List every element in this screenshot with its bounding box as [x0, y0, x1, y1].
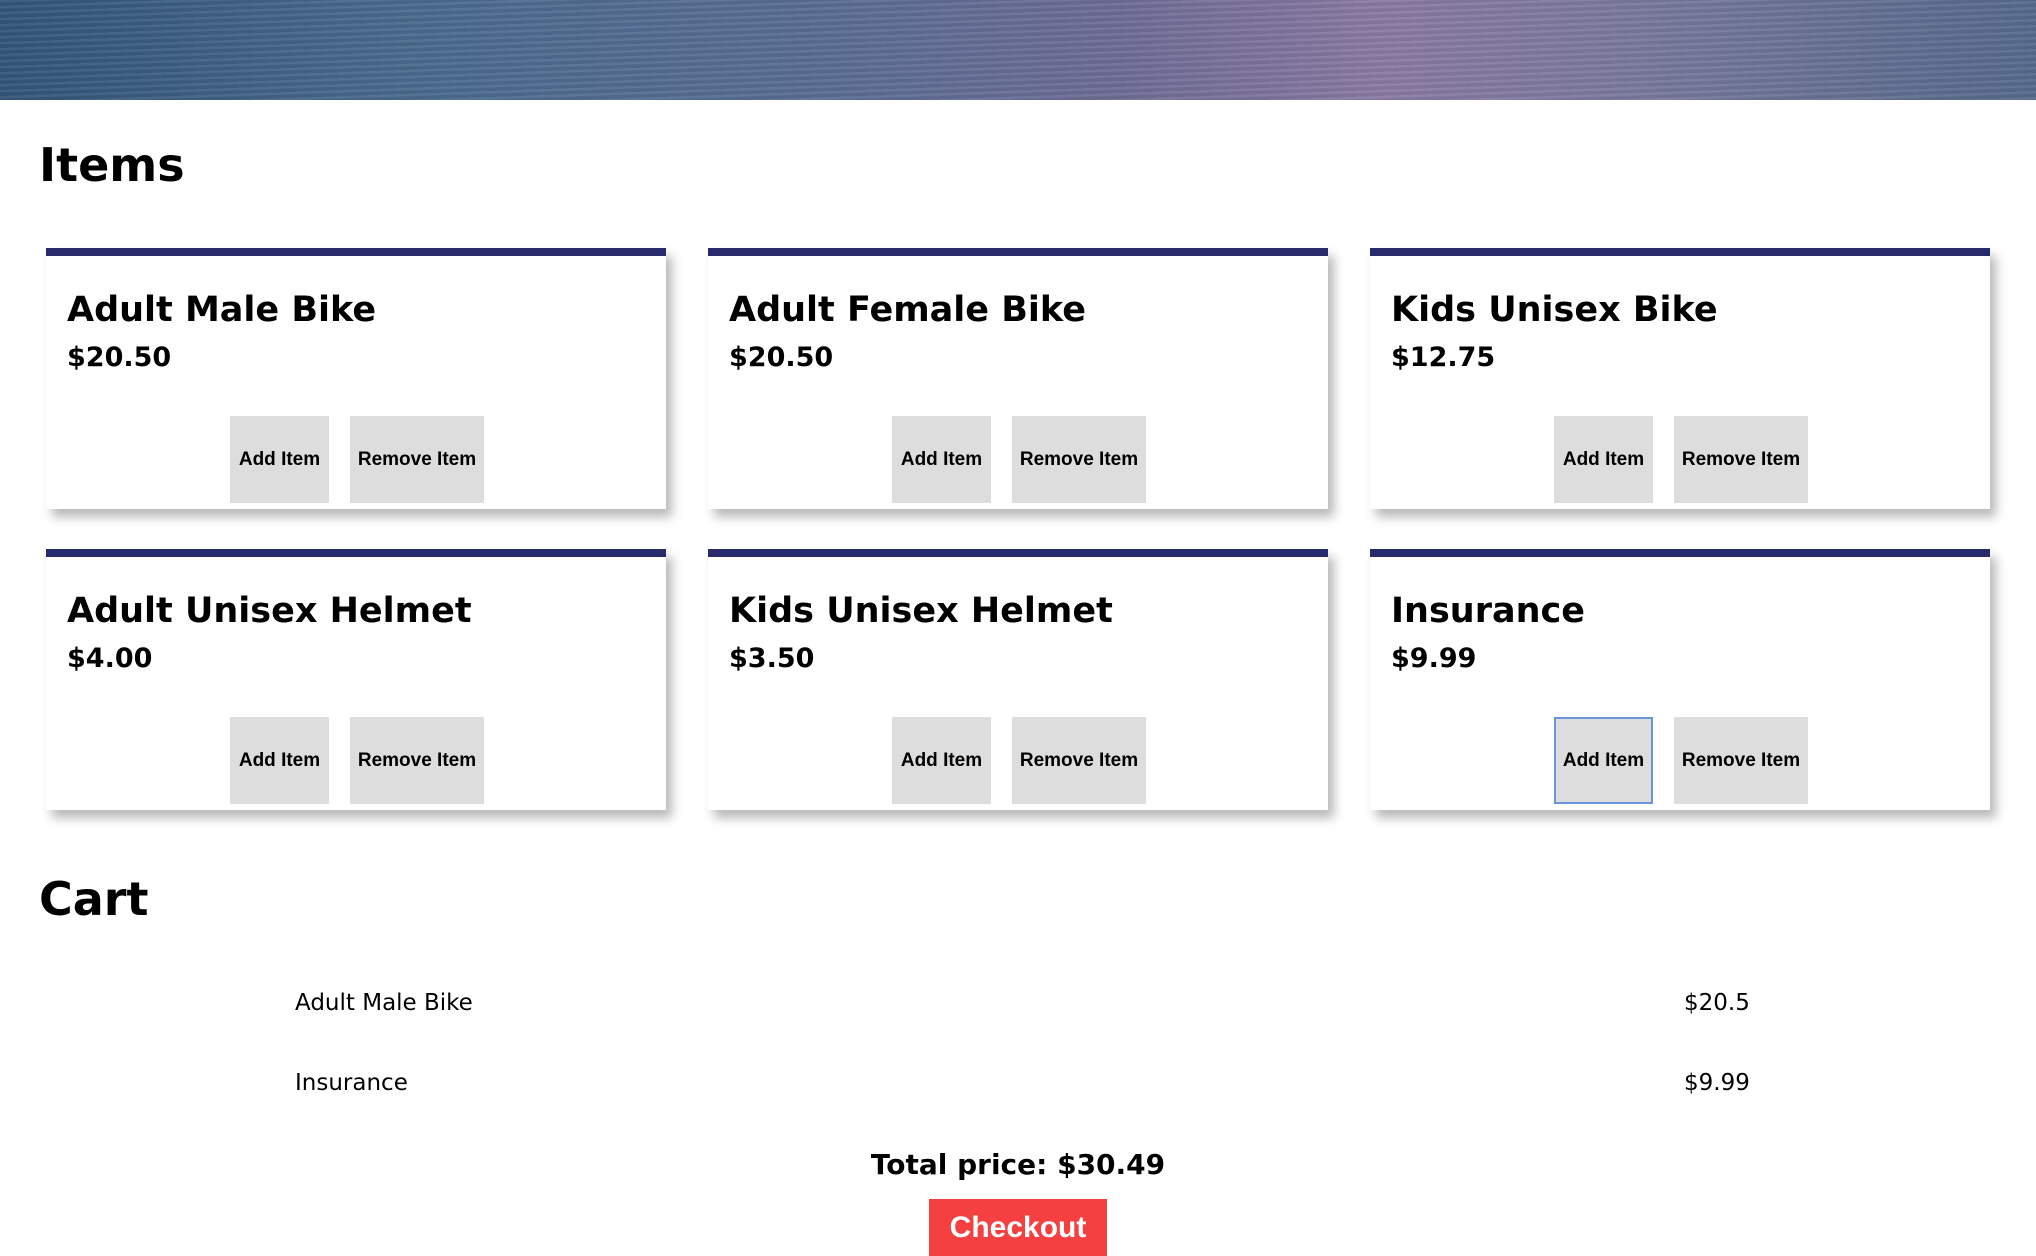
item-name: Kids Unisex Bike — [1391, 290, 1718, 330]
cart-line-name: Adult Male Bike — [295, 990, 473, 1016]
item-card-adult-male-bike: Adult Male Bike $20.50 Add Item Remove I… — [46, 248, 666, 509]
item-actions: Add Item Remove Item — [892, 717, 1146, 804]
cart-line-price: $9.99 — [1684, 1070, 1750, 1096]
item-actions: Add Item Remove Item — [230, 717, 484, 804]
add-item-button[interactable]: Add Item — [230, 416, 329, 503]
item-price: $3.50 — [729, 643, 815, 674]
items-grid: Adult Male Bike $20.50 Add Item Remove I… — [46, 248, 1990, 810]
item-card-insurance: Insurance $9.99 Add Item Remove Item — [1370, 549, 1990, 810]
item-actions: Add Item Remove Item — [1554, 717, 1808, 804]
cart-line-price: $20.5 — [1684, 990, 1750, 1016]
item-name: Adult Female Bike — [729, 290, 1086, 330]
item-price: $20.50 — [729, 342, 834, 373]
item-actions: Add Item Remove Item — [892, 416, 1146, 503]
item-name: Adult Male Bike — [67, 290, 377, 330]
add-item-button[interactable]: Add Item — [892, 416, 991, 503]
add-item-button[interactable]: Add Item — [230, 717, 329, 804]
cart-line: Insurance $9.99 — [295, 1055, 1750, 1135]
item-name: Kids Unisex Helmet — [729, 591, 1113, 631]
item-name: Adult Unisex Helmet — [67, 591, 472, 631]
add-item-button[interactable]: Add Item — [892, 717, 991, 804]
cart-line-name: Insurance — [295, 1070, 408, 1096]
checkout-button[interactable]: Checkout — [929, 1199, 1107, 1256]
item-card-adult-female-bike: Adult Female Bike $20.50 Add Item Remove… — [708, 248, 1328, 509]
item-card-kids-unisex-helmet: Kids Unisex Helmet $3.50 Add Item Remove… — [708, 549, 1328, 810]
item-price: $4.00 — [67, 643, 153, 674]
item-price: $12.75 — [1391, 342, 1496, 373]
item-card-adult-unisex-helmet: Adult Unisex Helmet $4.00 Add Item Remov… — [46, 549, 666, 810]
remove-item-button[interactable]: Remove Item — [350, 416, 484, 503]
item-price: $9.99 — [1391, 643, 1477, 674]
add-item-button[interactable]: Add Item — [1554, 416, 1653, 503]
total-price: Total price: $30.49 — [870, 1148, 1166, 1181]
item-price: $20.50 — [67, 342, 172, 373]
remove-item-button[interactable]: Remove Item — [1674, 717, 1808, 804]
items-heading: Items — [39, 138, 185, 192]
cart-list: Adult Male Bike $20.5 Insurance $9.99 — [295, 975, 1750, 1135]
item-actions: Add Item Remove Item — [230, 416, 484, 503]
remove-item-button[interactable]: Remove Item — [1012, 416, 1146, 503]
add-item-button[interactable]: Add Item — [1554, 717, 1653, 804]
hero-banner-image — [0, 0, 2036, 100]
cart-heading: Cart — [39, 872, 149, 926]
remove-item-button[interactable]: Remove Item — [1674, 416, 1808, 503]
remove-item-button[interactable]: Remove Item — [1012, 717, 1146, 804]
item-name: Insurance — [1391, 591, 1585, 631]
remove-item-button[interactable]: Remove Item — [350, 717, 484, 804]
item-card-kids-unisex-bike: Kids Unisex Bike $12.75 Add Item Remove … — [1370, 248, 1990, 509]
item-actions: Add Item Remove Item — [1554, 416, 1808, 503]
cart-line: Adult Male Bike $20.5 — [295, 975, 1750, 1055]
